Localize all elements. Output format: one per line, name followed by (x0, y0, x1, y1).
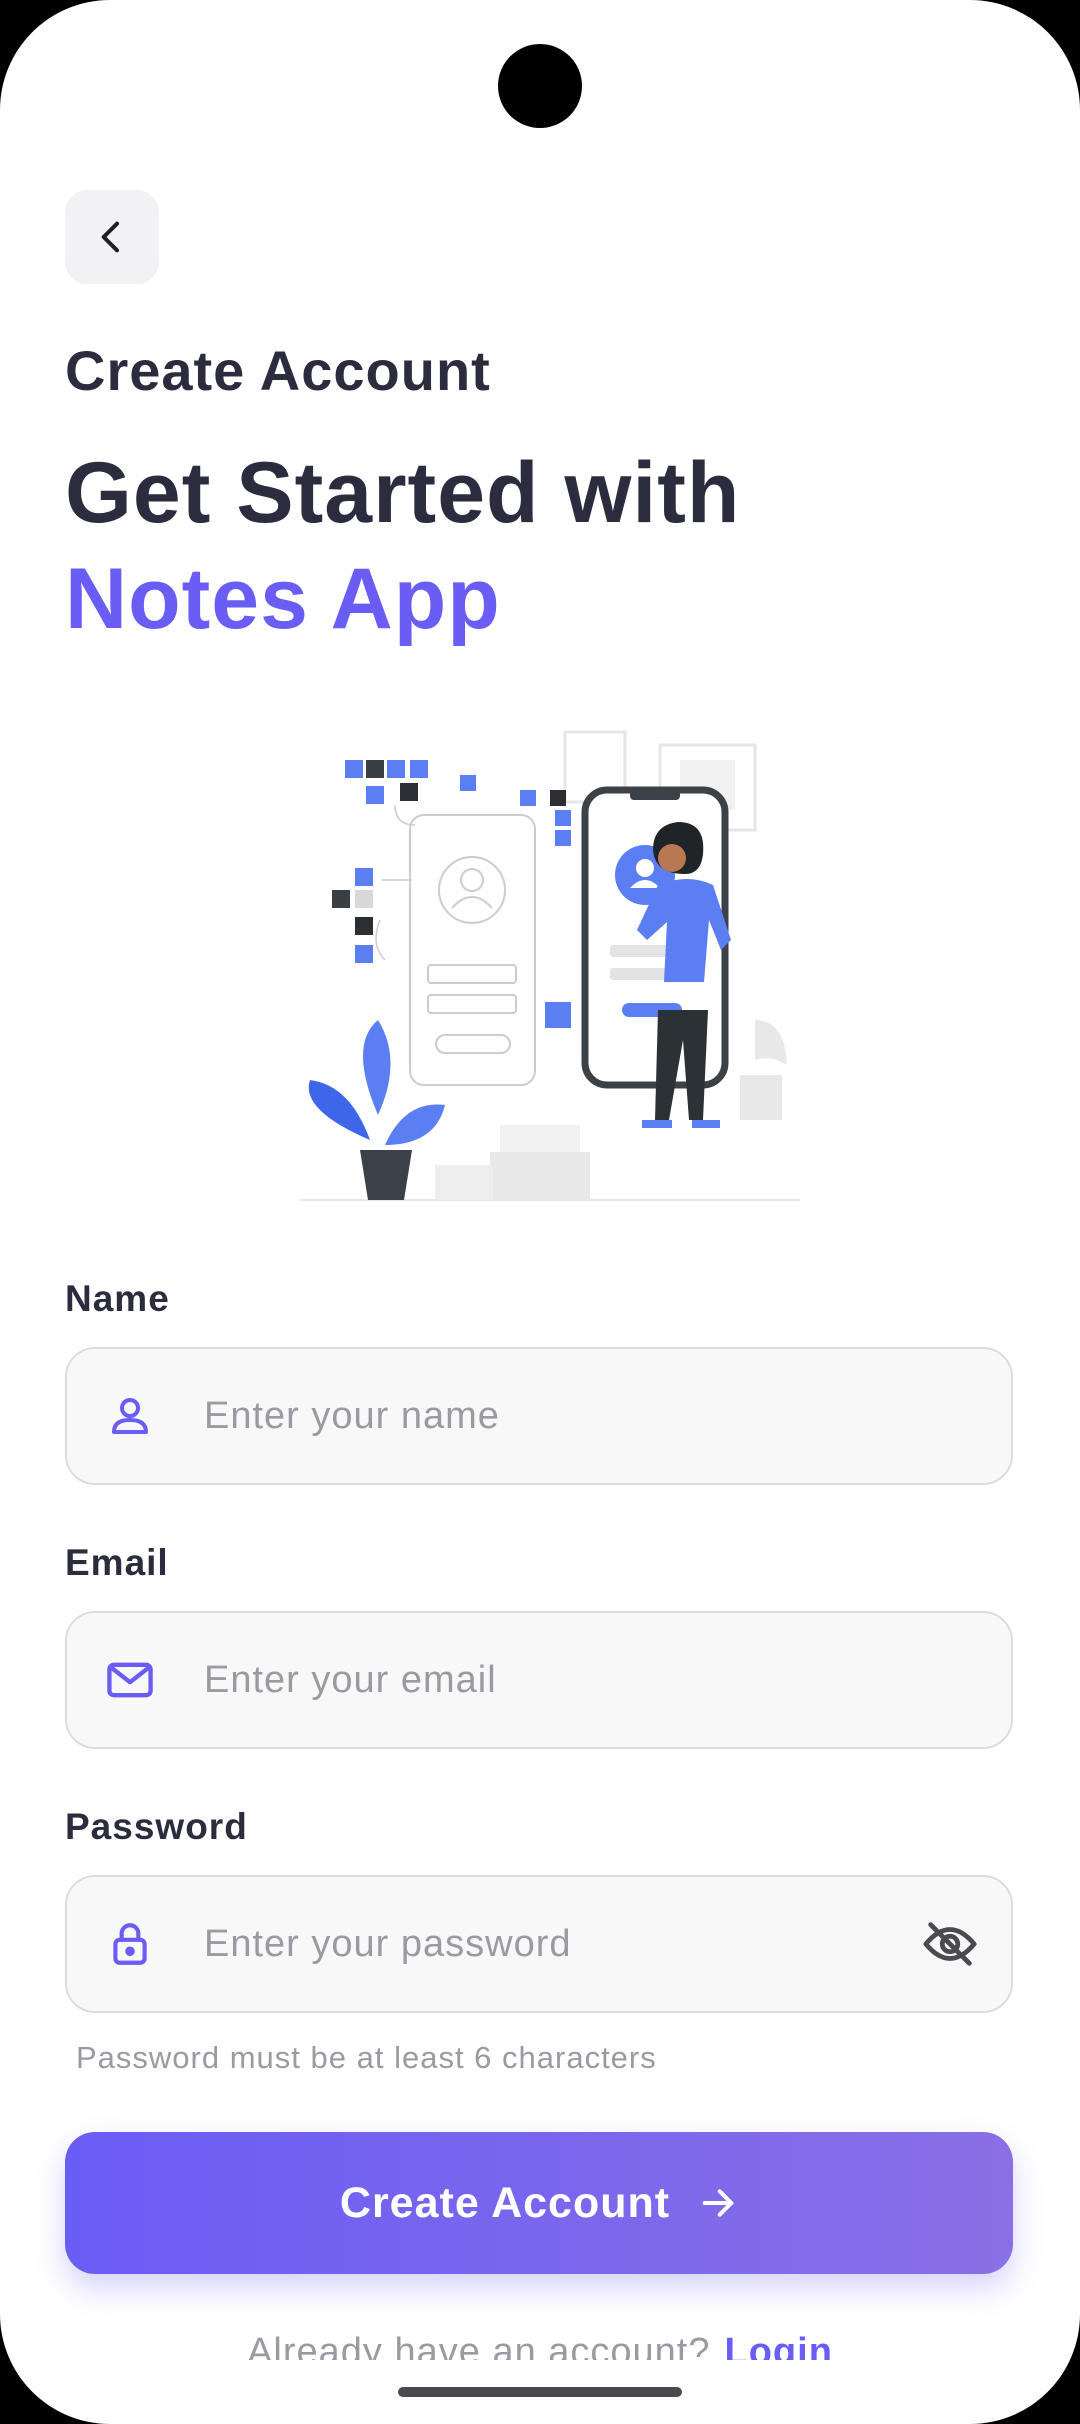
home-indicator[interactable] (398, 2387, 682, 2397)
lock-icon (100, 1914, 160, 1974)
title-line-1: Get Started with (65, 445, 741, 541)
name-input[interactable] (202, 1393, 1011, 1439)
mail-icon (100, 1650, 160, 1710)
page-title: Get Started with Notes App (65, 440, 740, 652)
create-account-button[interactable]: Create Account (65, 2132, 1013, 2274)
user-icon (100, 1386, 160, 1446)
name-field[interactable] (65, 1347, 1013, 1485)
arrow-right-icon (698, 2183, 738, 2223)
password-input[interactable] (202, 1921, 917, 1967)
app-screen: Create Account Get Started with Notes Ap… (0, 0, 1080, 2424)
name-label: Name (65, 1278, 170, 1319)
signup-illustration (300, 730, 800, 1201)
email-label: Email (65, 1542, 169, 1583)
login-prompt-text: Already have an account? (247, 2331, 711, 2360)
title-line-2: Notes App (65, 551, 501, 647)
login-prompt: Already have an account? Login (0, 2328, 1080, 2360)
chevron-left-icon (101, 221, 119, 253)
login-link[interactable]: Login (725, 2331, 833, 2360)
camera-cutout (498, 44, 582, 128)
eye-off-icon[interactable] (917, 1911, 983, 1977)
password-hint: Password must be at least 6 characters (76, 2040, 657, 2075)
password-field[interactable] (65, 1875, 1013, 2013)
back-button[interactable] (65, 190, 159, 284)
email-input[interactable] (202, 1657, 1011, 1703)
email-field[interactable] (65, 1611, 1013, 1749)
page-subtitle: Create Account (65, 339, 491, 402)
create-account-label: Create Account (339, 2178, 671, 2227)
password-label: Password (65, 1806, 248, 1847)
